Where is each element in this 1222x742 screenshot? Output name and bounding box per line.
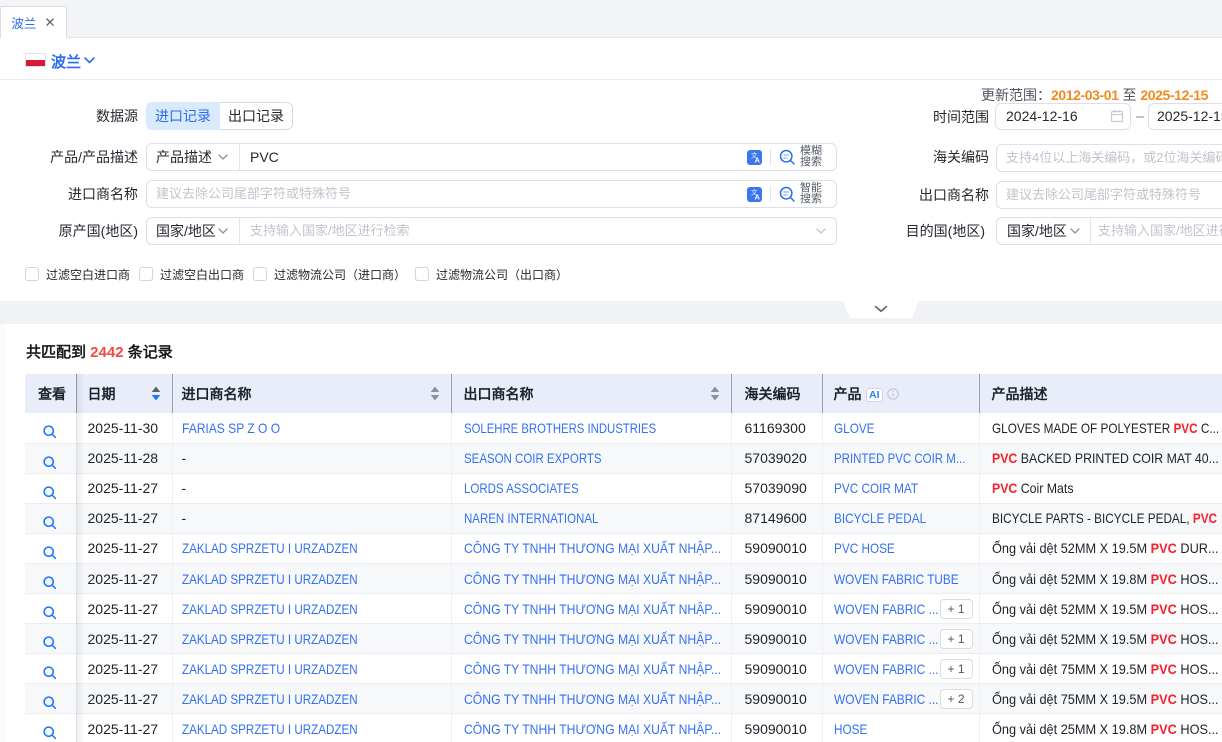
svg-text:A: A xyxy=(755,155,761,164)
svg-text:A: A xyxy=(755,192,761,201)
